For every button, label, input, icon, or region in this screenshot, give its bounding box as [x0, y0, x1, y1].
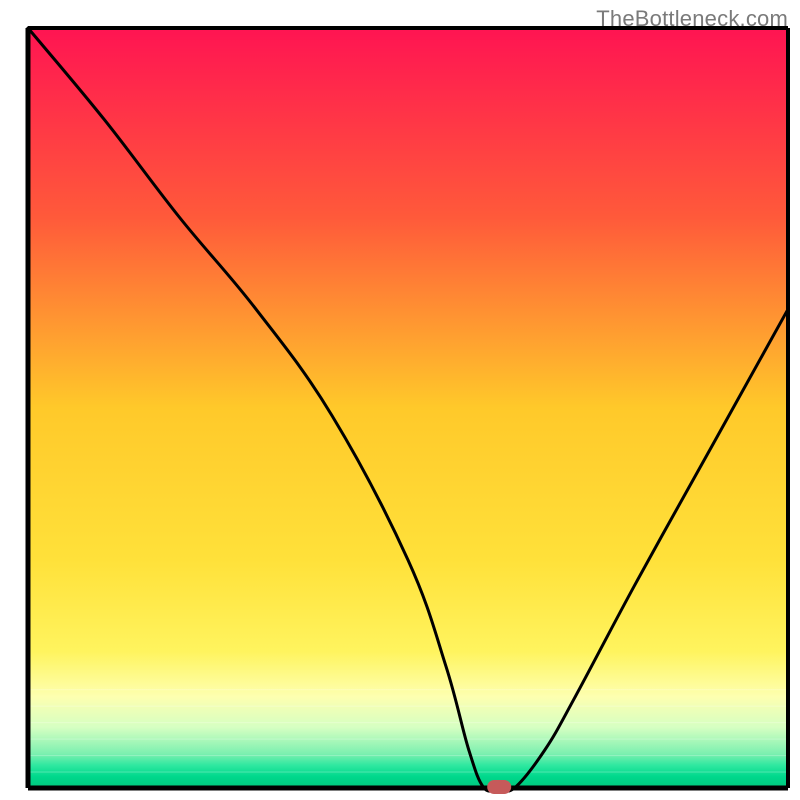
- plot-background: [28, 28, 788, 788]
- chart-stage: TheBottleneck.com: [0, 0, 800, 800]
- band-line: [28, 772, 788, 773]
- band-line: [28, 739, 788, 740]
- band-line: [28, 689, 788, 690]
- bottleneck-chart: [0, 0, 800, 800]
- minimum-marker: [487, 780, 511, 794]
- band-line: [28, 706, 788, 707]
- watermark-text: TheBottleneck.com: [596, 6, 788, 32]
- band-line: [28, 755, 788, 756]
- band-line: [28, 722, 788, 723]
